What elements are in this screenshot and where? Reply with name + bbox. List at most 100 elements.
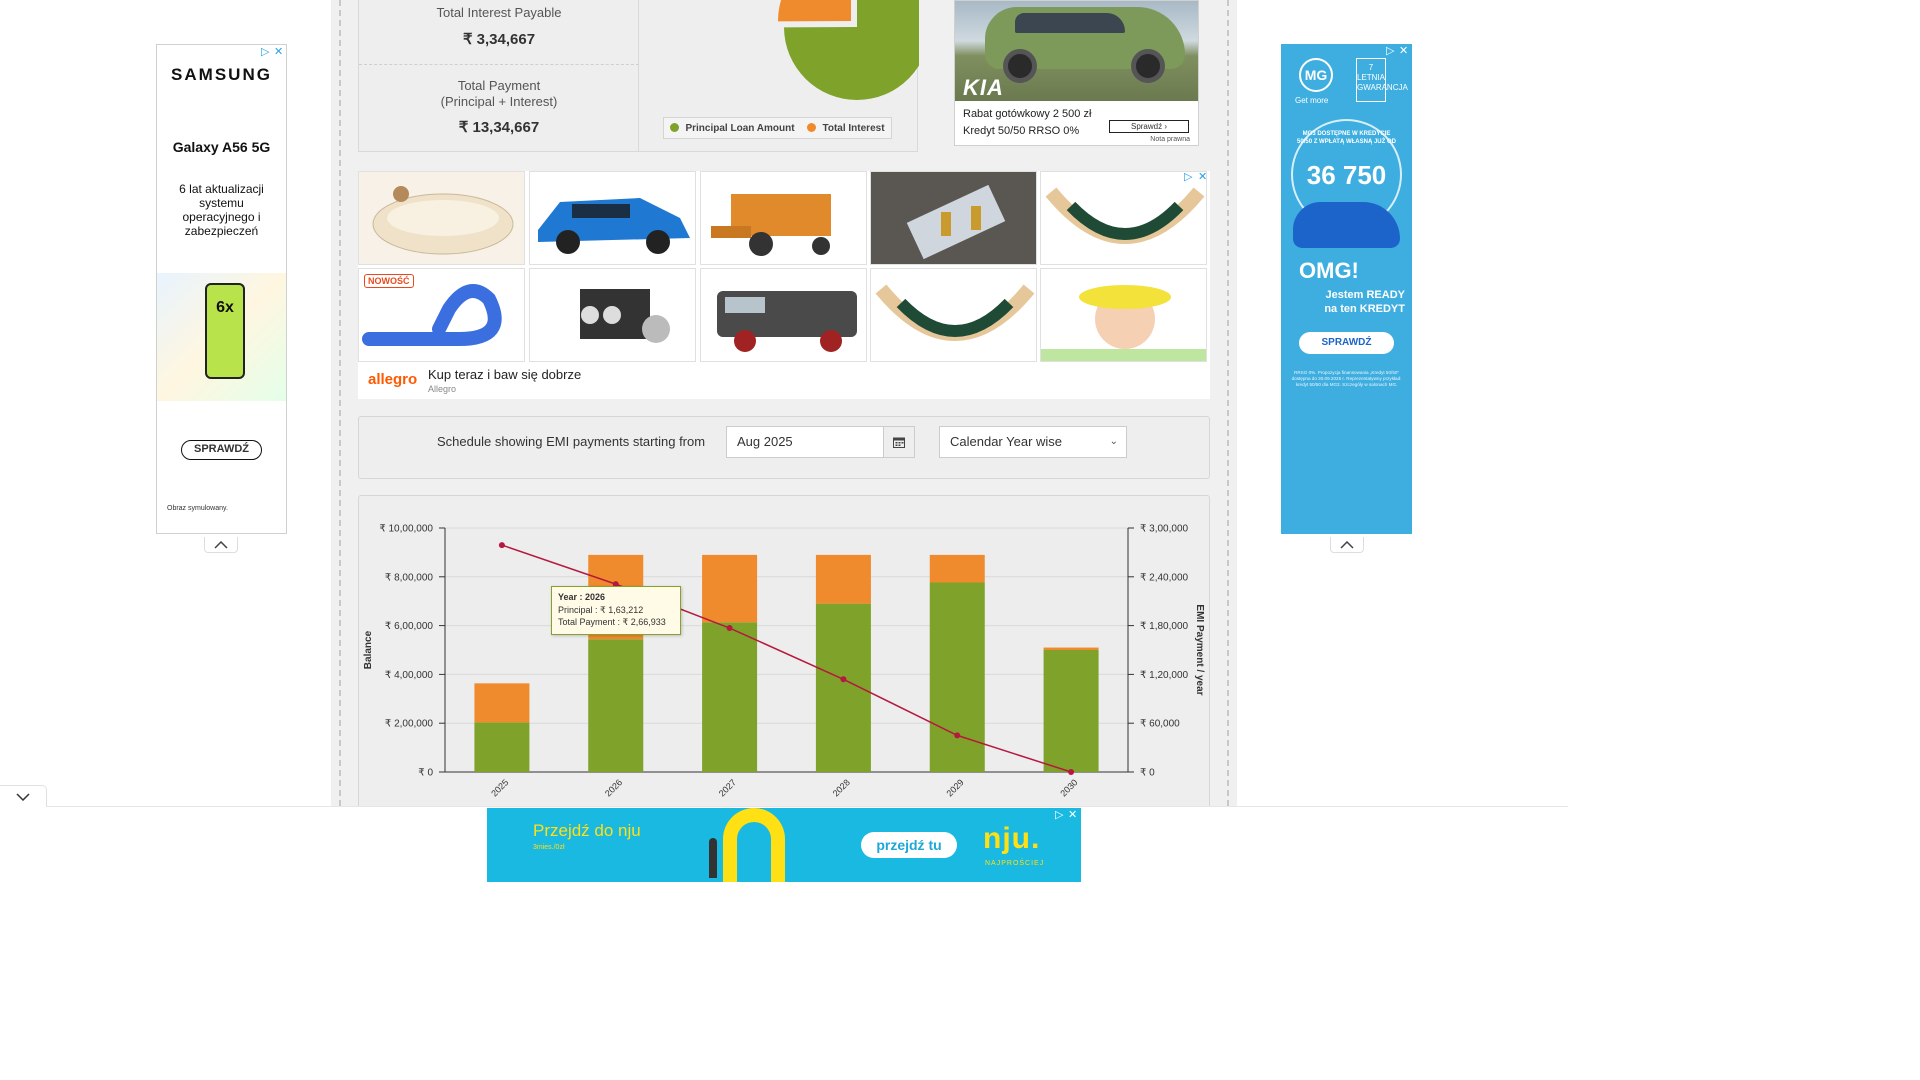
kia-ad-image: KIA xyxy=(955,1,1198,101)
nju-tagline: NAJPROŚCIEJ xyxy=(985,860,1045,867)
samsung-model-name: Galaxy A56 5G xyxy=(172,139,271,155)
nju-logo: nju. xyxy=(983,822,1041,855)
harvester-image xyxy=(711,194,831,256)
blue-car-image xyxy=(538,198,690,254)
legend-item-interest[interactable]: Total Interest xyxy=(807,122,885,134)
chevron-down-icon xyxy=(16,792,30,801)
product-tile-blue-car[interactable] xyxy=(529,171,696,265)
nju-cta-button[interactable]: przejdź tu xyxy=(861,832,957,858)
chart-tooltip: Year : 2026 Principal : ₹ 1,63,212 Total… xyxy=(551,586,681,635)
tooltip-year: Year : 2026 xyxy=(558,592,606,602)
legend-item-principal[interactable]: Principal Loan Amount xyxy=(670,122,795,134)
collapse-ad-right-button[interactable] xyxy=(1330,537,1364,553)
pie-legend: Principal Loan Amount Total Interest xyxy=(663,117,892,139)
mg-car-image xyxy=(1293,202,1400,248)
rocker-image-1 xyxy=(1045,187,1205,244)
robot-image xyxy=(580,289,670,343)
product-tile-bath-visor[interactable] xyxy=(1040,268,1207,362)
total-payment-label: Total Payment xyxy=(457,78,541,93)
kia-ad-line2: Kredyt 50/50 RRSO 0% xyxy=(963,125,1080,137)
nju-headline: Przejdź do nju xyxy=(533,821,641,840)
baby-bath-image xyxy=(372,186,514,255)
allegro-ad-title[interactable]: Kup teraz i baw się dobrze xyxy=(428,367,581,382)
mg-sprawdz-button[interactable]: SPRAWDŹ xyxy=(1299,332,1394,354)
arrow-right-icon: › xyxy=(1164,122,1168,131)
mg-warranty-badge: 7 LETNIA GWARANCJA xyxy=(1356,58,1408,102)
adchoices-icon[interactable]: ▷ xyxy=(1055,808,1063,821)
schedule-controls: Schedule showing EMI payments starting f… xyxy=(358,416,1210,479)
samsung-logo: SAMSUNG xyxy=(171,65,272,84)
collapse-ad-left-button[interactable] xyxy=(204,537,238,553)
schedule-view-select[interactable]: Calendar Year wise ⌄ xyxy=(939,426,1127,458)
summary-totals: Total Interest Payable ₹ 3,34,667 Total … xyxy=(359,0,639,152)
allegro-ad-advertiser: Allegro xyxy=(428,384,457,394)
allegro-ad[interactable]: NOWOŚĆ allegro Kup teraz i baw się dobrz… xyxy=(358,171,1210,399)
mg-ad-banner[interactable]: ▷ ✕ MG Get more 7 LETNIA GWARANCJA MG3 D… xyxy=(1281,44,1412,534)
adchoices-icon[interactable]: ▷ xyxy=(261,45,269,58)
collapse-bottom-ad-button[interactable] xyxy=(0,785,47,807)
mg-tagline: Get more xyxy=(1295,96,1329,105)
product-tile-rocker-2[interactable] xyxy=(870,268,1037,362)
adchoices-icon[interactable]: ▷ xyxy=(1386,44,1394,57)
adchoices-icon[interactable]: ▷ xyxy=(1184,170,1192,183)
kia-ad-banner[interactable]: KIA Rabat gotówkowy 2 500 zł Kredyt 50/5… xyxy=(954,0,1199,146)
mg-offer-price: 36 750 xyxy=(1306,160,1387,190)
chevron-up-icon xyxy=(214,540,228,549)
pie-slice-interest[interactable] xyxy=(778,0,851,22)
product-tile-harvester[interactable] xyxy=(700,171,867,265)
column-border-left xyxy=(339,0,341,806)
kia-ad-line1: Rabat gotówkowy 2 500 zł xyxy=(963,108,1092,120)
mg-offer-text: MG3 DOSTĘPNE W KREDYCIE 50/50 Z WPŁATĄ W… xyxy=(1297,131,1396,145)
rocker-image-2 xyxy=(875,284,1035,341)
total-interest-value: ₹ 3,34,667 xyxy=(462,31,536,48)
product-tile-robot[interactable] xyxy=(529,268,696,362)
nju-arch-graphic xyxy=(723,808,785,882)
nju-ad-banner[interactable]: Przejdź do nju 3mies./0zł przejdź tu nju… xyxy=(487,808,1081,882)
nju-person-graphic xyxy=(709,838,717,878)
legend-label-principal: Principal Loan Amount xyxy=(685,122,795,134)
product-tile-baby-bath[interactable] xyxy=(358,171,525,265)
allegro-logo: allegro xyxy=(368,371,418,388)
summary-divider xyxy=(359,64,639,65)
chevron-down-icon: ⌄ xyxy=(1109,436,1118,447)
total-payment-value: ₹ 13,34,667 xyxy=(458,119,540,136)
loan-summary-card: Total Interest Payable ₹ 3,34,667 Total … xyxy=(358,0,930,152)
samsung-sprawdz-button[interactable]: SPRAWDŹ xyxy=(181,440,262,460)
van-image xyxy=(717,291,857,352)
close-ad-icon[interactable]: ✕ xyxy=(1399,44,1408,57)
mg-omg-text: OMG! xyxy=(1299,258,1359,283)
mg-ready-text: Jestem READY na ten KREDYT xyxy=(1324,289,1405,315)
kia-sprawdz-button[interactable]: Sprawdź › xyxy=(1109,120,1189,133)
calendar-button[interactable] xyxy=(883,426,915,458)
schedule-view-value: Calendar Year wise xyxy=(950,434,1063,449)
kia-wheel-rear xyxy=(1131,49,1165,83)
close-ad-icon[interactable]: ✕ xyxy=(1068,808,1077,821)
mg-logo: MG xyxy=(1299,58,1333,92)
kia-legal-note[interactable]: Nota prawna xyxy=(1150,136,1190,143)
tooltip-total: Total Payment : ₹ 2,66,933 xyxy=(558,617,666,627)
column-border-right xyxy=(1227,0,1229,806)
product-tile-teether[interactable]: NOWOŚĆ xyxy=(358,268,525,362)
chevron-up-icon xyxy=(1340,540,1354,549)
close-ad-icon[interactable]: ✕ xyxy=(1198,170,1207,183)
kia-sprawdz-label: Sprawdź xyxy=(1130,122,1163,131)
legend-label-interest: Total Interest xyxy=(822,122,885,134)
lipstick-image xyxy=(906,184,1006,260)
tooltip-principal: Principal : ₹ 1,63,212 xyxy=(558,604,644,615)
product-tile-lipsticks[interactable] xyxy=(870,171,1037,265)
phone-image: 6x xyxy=(205,283,245,379)
emi-schedule-chart-card xyxy=(358,495,1210,806)
samsung-phone-visual: 6x xyxy=(157,273,286,401)
product-tile-van[interactable] xyxy=(700,268,867,362)
close-ad-icon[interactable]: ✕ xyxy=(274,45,283,58)
mg-fine-print: RRSO 0%. Propozycja finansowania „Kredyt… xyxy=(1291,370,1402,387)
phone-screen-text: 6x xyxy=(216,299,234,316)
legend-dot-principal xyxy=(670,122,680,132)
product-tile-rocker-1[interactable] xyxy=(1040,171,1207,265)
start-month-input[interactable]: Aug 2025 xyxy=(726,426,884,458)
samsung-ad-banner[interactable]: ▷ ✕ SAMSUNG Galaxy A56 5G 6 lat aktualiz… xyxy=(156,44,287,534)
baby-visor-image xyxy=(1041,285,1206,361)
legend-dot-interest xyxy=(807,122,817,132)
total-payment-sublabel: (Principal + Interest) xyxy=(440,94,558,109)
total-interest-label: Total Interest Payable xyxy=(436,5,562,20)
